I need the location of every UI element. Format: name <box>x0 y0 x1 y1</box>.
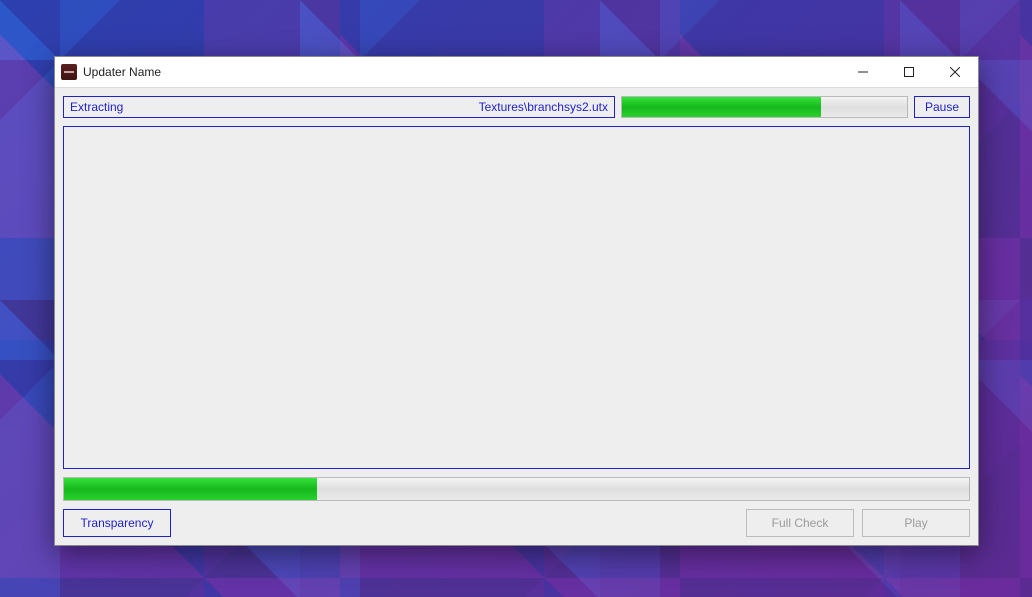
file-progress-bar <box>621 96 908 118</box>
status-box: Extracting Textures\branchsys2.utx <box>63 96 615 118</box>
current-file-label: Textures\branchsys2.utx <box>123 100 608 114</box>
file-progress-fill <box>622 97 822 117</box>
overall-progress-bar <box>63 477 970 501</box>
button-row: Transparency Full Check Play <box>63 509 970 537</box>
log-area <box>63 126 970 469</box>
status-label: Extracting <box>70 100 123 114</box>
minimize-button[interactable] <box>840 57 886 87</box>
close-button[interactable] <box>932 57 978 87</box>
maximize-button[interactable] <box>886 57 932 87</box>
updater-window: Updater Name Extracting Textures\branchs… <box>54 56 979 546</box>
play-button[interactable]: Play <box>862 509 970 537</box>
status-row: Extracting Textures\branchsys2.utx Pause <box>63 96 970 118</box>
overall-progress-fill <box>64 478 317 500</box>
titlebar[interactable]: Updater Name <box>55 57 978 88</box>
client-area: Extracting Textures\branchsys2.utx Pause… <box>55 88 978 545</box>
pause-button[interactable]: Pause <box>914 96 970 118</box>
transparency-button[interactable]: Transparency <box>63 509 171 537</box>
app-icon <box>61 64 77 80</box>
full-check-button[interactable]: Full Check <box>746 509 854 537</box>
window-title: Updater Name <box>83 65 161 79</box>
